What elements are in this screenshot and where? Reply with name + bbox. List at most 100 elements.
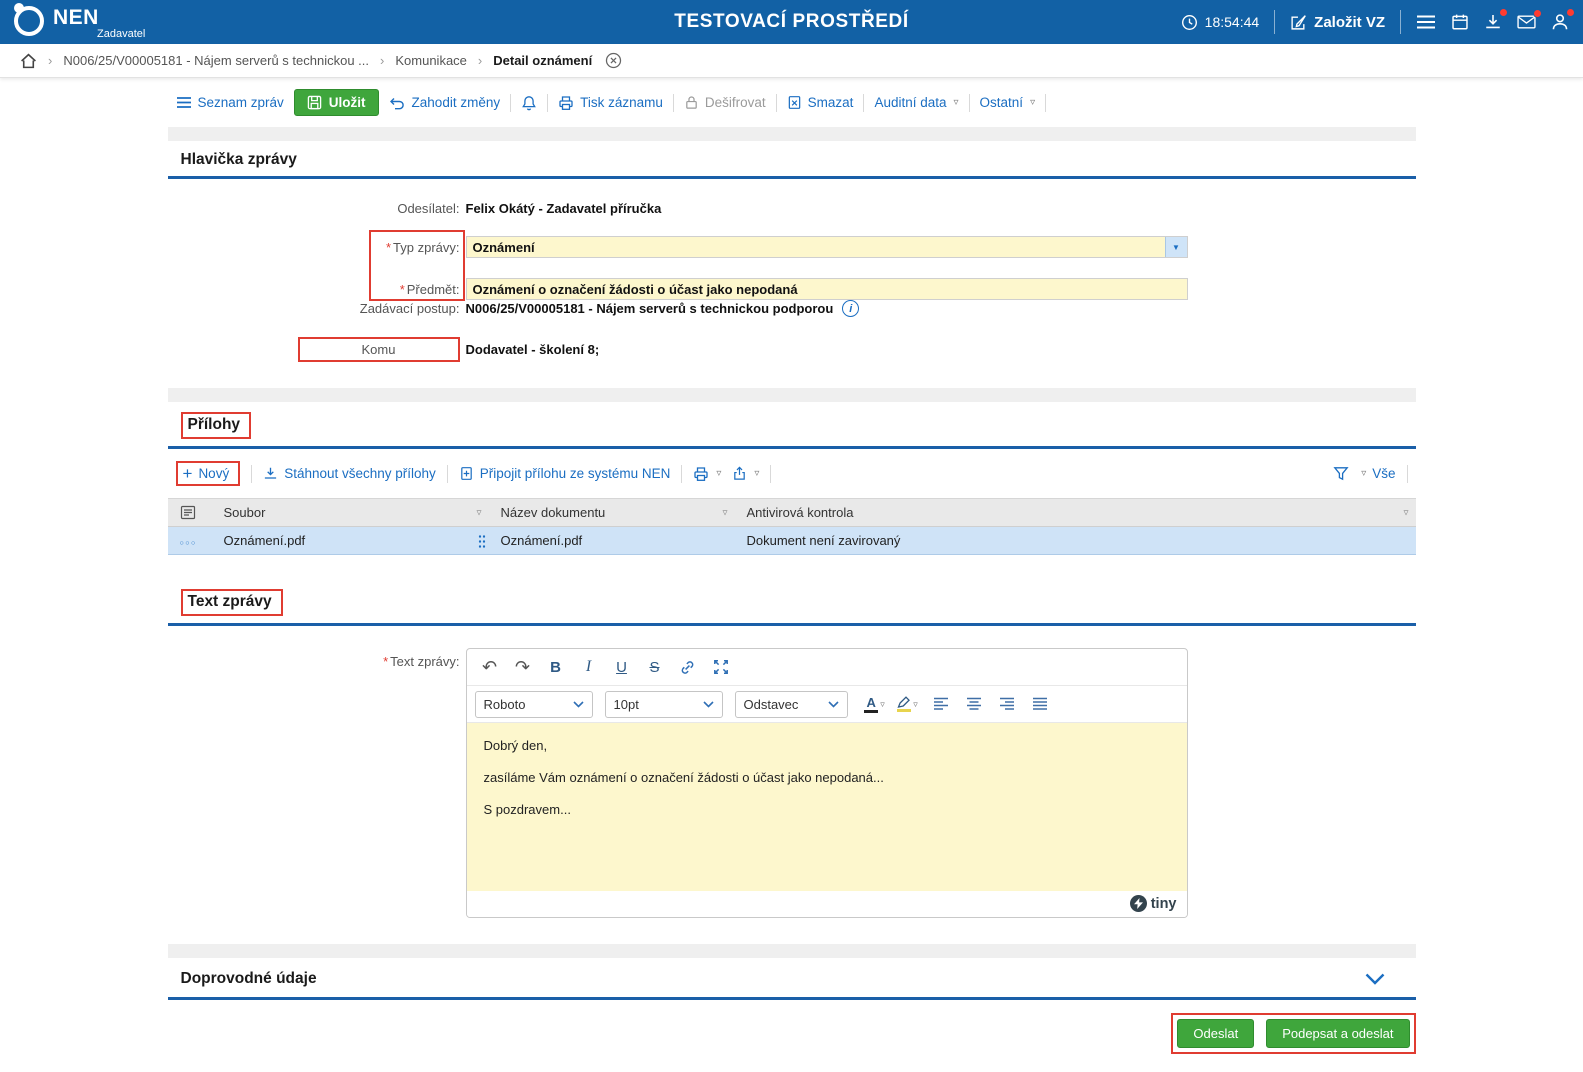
- stahnout-prilohy-button[interactable]: Stáhnout všechny přílohy: [263, 466, 436, 481]
- tisk-zaznamu-button[interactable]: Tisk záznamu: [558, 95, 663, 111]
- smazat-button[interactable]: Smazat: [787, 95, 854, 110]
- predmet-input[interactable]: [465, 278, 1188, 300]
- tisk-zaznamu-label: Tisk záznamu: [580, 95, 663, 110]
- home-button[interactable]: [20, 53, 37, 69]
- chevron-down-icon: ▿: [716, 468, 722, 479]
- create-vz-button[interactable]: Založit VZ: [1290, 14, 1385, 31]
- align-center-button[interactable]: [959, 690, 989, 718]
- divider: [547, 93, 549, 112]
- editor-paragraph: zasíláme Vám oznámení o označení žádosti…: [483, 770, 884, 785]
- column-header-soubor[interactable]: Soubor ▿: [211, 498, 489, 527]
- underline-button[interactable]: U: [607, 653, 637, 681]
- calendar-button[interactable]: [1451, 13, 1469, 31]
- divider: [770, 464, 772, 483]
- section-doprovodne-udaje: Doprovodné údaje Odeslat Podepsat a odes…: [167, 958, 1416, 1072]
- filter-vse-button[interactable]: ▿ Vše: [1360, 466, 1395, 481]
- notification-badge: [1533, 9, 1542, 18]
- column-header-nazev[interactable]: Název dokumentu ▿: [488, 498, 735, 527]
- home-icon: [20, 53, 37, 69]
- highlight-color-button[interactable]: ▿: [893, 690, 923, 718]
- print-attachments-button[interactable]: ▿: [693, 466, 721, 482]
- expand-section-button[interactable]: [1365, 973, 1385, 985]
- hamburger-icon: [1416, 14, 1436, 30]
- server-time-value: 18:54:44: [1204, 14, 1260, 30]
- info-icon[interactable]: [842, 300, 860, 317]
- block-format-select[interactable]: Odstavec: [734, 690, 848, 718]
- pripojit-prilohu-button[interactable]: Připojit přílohu ze systému NEN: [459, 466, 670, 481]
- fullscreen-button[interactable]: [706, 653, 736, 681]
- smazat-label: Smazat: [807, 95, 854, 110]
- table-row[interactable]: ○○○ Oznámení.pdf Oznámení.pdf Dokument n…: [167, 526, 1416, 555]
- tinymce-logo[interactable]: tiny: [1129, 895, 1177, 912]
- text-color-swatch: [864, 709, 879, 713]
- seznam-zprav-button[interactable]: Seznam zpráv: [176, 95, 284, 110]
- profile-button[interactable]: [1551, 8, 1575, 31]
- divider: [1274, 10, 1276, 34]
- auditni-data-button[interactable]: Auditní data ▿: [874, 95, 958, 110]
- font-family-select[interactable]: Roboto: [474, 690, 593, 718]
- record-toolbar: Seznam zpráv Uložit Zahodit změny Tisk z: [167, 78, 1416, 127]
- close-tab-icon[interactable]: [605, 52, 622, 69]
- select-column-header[interactable]: [167, 498, 212, 527]
- messages-button[interactable]: [1517, 9, 1542, 30]
- section-title-hlavicka: Hlavička zprávy: [180, 151, 297, 168]
- typ-zpravy-select[interactable]: Oznámení ▼: [465, 236, 1188, 258]
- ostatni-button[interactable]: Ostatní ▿: [980, 95, 1036, 110]
- filter-chevron-icon[interactable]: ▿: [476, 507, 481, 518]
- novy-label: Nový: [198, 466, 230, 481]
- podepsat-a-odeslat-button[interactable]: Podepsat a odeslat: [1266, 1019, 1410, 1048]
- link-button[interactable]: [673, 653, 703, 681]
- chevron-down-icon: ▿: [1361, 468, 1367, 479]
- section-gap: [167, 388, 1416, 402]
- drag-handle-icon[interactable]: [477, 534, 486, 548]
- chevron-down-icon[interactable]: ▼: [1164, 237, 1187, 257]
- align-right-button[interactable]: [992, 690, 1022, 718]
- nen-logo[interactable]: NEN Zadavatel: [14, 3, 145, 41]
- bell-icon: [521, 95, 537, 111]
- divider: [672, 93, 674, 112]
- ulozit-label: Uložit: [328, 95, 366, 110]
- typ-zpravy-label: * Typ zprávy:: [385, 239, 460, 255]
- chevron-down-icon: [827, 700, 839, 708]
- align-left-button[interactable]: [926, 690, 956, 718]
- align-justify-button[interactable]: [1025, 690, 1055, 718]
- menu-button[interactable]: [1416, 14, 1436, 30]
- zahodit-zmeny-button[interactable]: Zahodit změny: [389, 95, 500, 110]
- environment-title: TESTOVACÍ PROSTŘEDÍ: [674, 11, 909, 32]
- bold-button[interactable]: B: [541, 653, 571, 681]
- filter-chevron-icon[interactable]: ▿: [722, 507, 727, 518]
- italic-button[interactable]: I: [574, 653, 604, 681]
- typ-zpravy-value: Oznámení: [472, 239, 535, 255]
- undo-button[interactable]: ↶: [475, 653, 505, 681]
- breadcrumb-item-vz[interactable]: N006/25/V00005181 - Nájem serverů s tech…: [63, 53, 369, 68]
- filter-chevron-icon[interactable]: ▿: [1403, 507, 1408, 518]
- chevron-down-icon: [572, 700, 584, 708]
- editor-paragraph: S pozdravem...: [483, 802, 571, 817]
- filter-button[interactable]: [1333, 466, 1349, 481]
- divider: [1045, 93, 1047, 112]
- rich-text-editor[interactable]: ↶ ↷ B I U S Roboto 10pt Odstavec A ▿ ▿ D…: [465, 648, 1188, 918]
- novy-button[interactable]: + Nový: [183, 465, 230, 482]
- stahnout-prilohy-label: Stáhnout všechny přílohy: [284, 466, 436, 481]
- export-attachments-button[interactable]: ▿: [732, 466, 759, 481]
- filter-vse-label: Vše: [1372, 466, 1396, 481]
- download-icon: [263, 466, 278, 481]
- text-color-button[interactable]: A ▿: [860, 690, 890, 718]
- desifrovat-button[interactable]: Dešifrovat: [684, 95, 766, 110]
- column-header-antivir[interactable]: Antivirová kontrola ▿: [734, 498, 1416, 527]
- attach-document-icon: [459, 466, 474, 481]
- ulozit-button[interactable]: Uložit: [293, 89, 379, 116]
- app-header: NEN Zadavatel TESTOVACÍ PROSTŘEDÍ 18:54:…: [0, 0, 1583, 44]
- required-marker: *: [385, 239, 392, 255]
- row-menu-icon[interactable]: ○○○: [180, 540, 197, 547]
- editor-body[interactable]: Dobrý den, zasíláme Vám oznámení o označ…: [466, 723, 1187, 891]
- watch-bell-button[interactable]: [521, 95, 537, 111]
- breadcrumb-item-komunikace[interactable]: Komunikace: [395, 53, 467, 68]
- downloads-button[interactable]: [1484, 8, 1508, 31]
- divider: [251, 464, 253, 483]
- font-size-select[interactable]: 10pt: [604, 690, 723, 718]
- redo-button[interactable]: ↷: [508, 653, 538, 681]
- strikethrough-button[interactable]: S: [640, 653, 670, 681]
- chevron-down-icon: ▿: [754, 468, 760, 479]
- odeslat-button[interactable]: Odeslat: [1177, 1019, 1255, 1048]
